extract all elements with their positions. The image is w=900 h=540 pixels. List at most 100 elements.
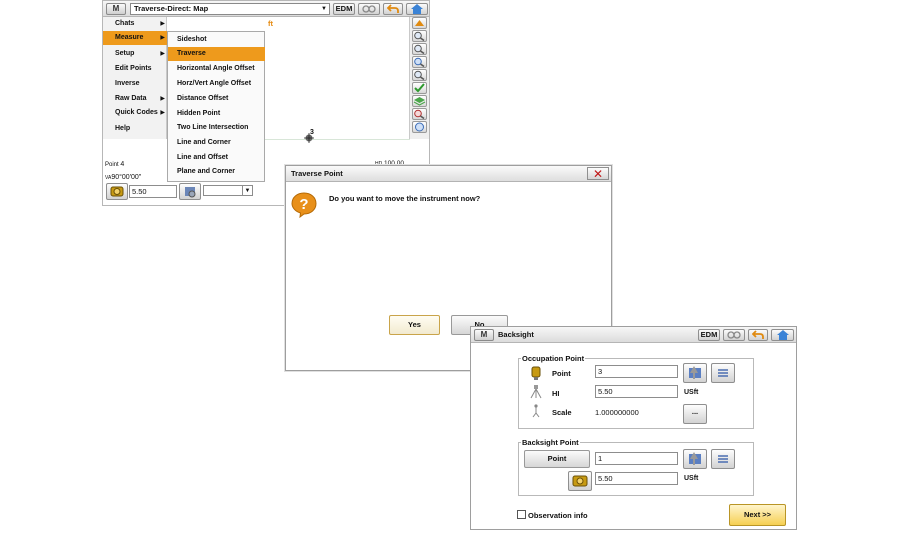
dialog-titlebar: Traverse Point ✕ bbox=[286, 166, 611, 182]
tools-icon bbox=[362, 5, 376, 13]
submenu-item-two-line-intersection[interactable]: Two Line Intersection bbox=[168, 121, 265, 135]
measure-submenu: Sideshot Traverse Horizontal Angle Offse… bbox=[167, 31, 265, 182]
menu-item-chats[interactable]: Chats ▶ bbox=[103, 17, 167, 31]
unit-label: ft bbox=[268, 19, 273, 28]
yes-button[interactable]: Yes bbox=[389, 315, 440, 335]
menu-item-quick-codes[interactable]: Quick Codes ▶ bbox=[103, 106, 167, 120]
chevron-down-icon: ▼ bbox=[242, 186, 252, 195]
submenu-item-sideshot[interactable]: Sideshot bbox=[168, 33, 265, 47]
instrument-icon bbox=[530, 366, 542, 382]
app-menu-button[interactable]: M bbox=[474, 329, 494, 341]
backsight-point-field[interactable]: 1 bbox=[595, 452, 678, 465]
map-titlebar: M Traverse-Direct: Map ▼ EDM bbox=[103, 1, 429, 17]
layers-button[interactable] bbox=[412, 95, 427, 107]
va-status: VA90°00'00" bbox=[105, 174, 141, 181]
undo-button[interactable] bbox=[748, 329, 768, 341]
submenu-item-line-and-corner[interactable]: Line and Corner bbox=[168, 136, 265, 150]
observation-info-checkbox[interactable] bbox=[517, 510, 526, 519]
menu-item-edit-points[interactable]: Edit Points bbox=[103, 62, 167, 76]
dialog-title: Traverse Point bbox=[291, 169, 343, 178]
pan-button[interactable] bbox=[412, 108, 427, 120]
home-button[interactable] bbox=[406, 3, 428, 15]
submenu-item-plane-and-corner[interactable]: Plane and Corner bbox=[168, 165, 265, 179]
backsight-group-label: Backsight Point bbox=[521, 438, 580, 447]
view-3d-button[interactable] bbox=[412, 121, 427, 133]
menu-item-label: Raw Data bbox=[115, 95, 147, 102]
screen-select[interactable]: Traverse-Direct: Map ▼ bbox=[130, 3, 330, 15]
submenu-item-hidden-point[interactable]: Hidden Point bbox=[168, 107, 265, 121]
zoom-in-icon bbox=[414, 31, 425, 42]
list-icon bbox=[718, 369, 728, 377]
list-button[interactable] bbox=[711, 363, 735, 383]
distance-field[interactable]: 5.50 bbox=[129, 185, 177, 198]
scale-label: Scale bbox=[552, 408, 572, 417]
prism-target-icon bbox=[110, 186, 124, 197]
menu-item-label: Setup bbox=[115, 50, 135, 57]
zoom-in-button[interactable] bbox=[412, 30, 427, 42]
submenu-item-line-and-offset[interactable]: Line and Offset bbox=[168, 151, 265, 165]
hi-field[interactable]: 5.50 bbox=[595, 385, 678, 398]
gear-icon bbox=[185, 187, 196, 198]
menu-item-setup[interactable]: Setup ▶ bbox=[103, 47, 167, 61]
close-icon: ✕ bbox=[592, 167, 604, 181]
edm-button[interactable]: EDM bbox=[698, 329, 720, 341]
dialog-message: Do you want to move the instrument now? bbox=[329, 194, 481, 203]
backsight-target-button[interactable] bbox=[568, 471, 592, 491]
accept-button[interactable] bbox=[412, 82, 427, 94]
screen-select-value: Traverse-Direct: Map bbox=[134, 4, 209, 13]
point-status-value: 4 bbox=[120, 161, 125, 168]
backsight-map-pick-button[interactable] bbox=[683, 449, 707, 469]
prism-target-icon bbox=[572, 475, 588, 487]
map-pick-icon bbox=[689, 366, 701, 379]
zoom-out-icon bbox=[414, 44, 425, 55]
submenu-item-traverse[interactable]: Traverse bbox=[168, 47, 265, 61]
submenu-item-horz-vert-angle-offset[interactable]: Horz/Vert Angle Offset bbox=[168, 77, 265, 91]
zoom-out-button[interactable] bbox=[412, 43, 427, 55]
home-button[interactable] bbox=[771, 329, 794, 341]
question-icon: ? bbox=[291, 192, 317, 220]
home-icon bbox=[411, 4, 423, 14]
app-menu-button[interactable]: M bbox=[106, 3, 126, 15]
target-button[interactable] bbox=[106, 183, 128, 200]
undo-button[interactable] bbox=[383, 3, 403, 15]
menu-item-label: Inverse bbox=[115, 80, 140, 87]
map-pick-button[interactable] bbox=[683, 363, 707, 383]
submenu-arrow-icon: ▶ bbox=[160, 110, 165, 116]
next-button[interactable]: Next >> bbox=[729, 504, 786, 526]
backsight-height-field[interactable]: 5.50 bbox=[595, 472, 678, 485]
svg-text:?: ? bbox=[299, 196, 308, 213]
zoom-window-button[interactable] bbox=[412, 56, 427, 68]
menu-item-measure[interactable]: Measure ▶ bbox=[103, 31, 167, 45]
tools-button[interactable] bbox=[723, 329, 745, 341]
zoom-window-icon bbox=[414, 57, 425, 68]
submenu-arrow-icon: ▶ bbox=[160, 96, 165, 102]
menu-item-raw-data[interactable]: Raw Data ▶ bbox=[103, 92, 167, 106]
tools-button[interactable] bbox=[358, 3, 380, 15]
backsight-window: M Backsight EDM Occupation Point Point 3… bbox=[470, 326, 797, 530]
submenu-item-distance-offset[interactable]: Distance Offset bbox=[168, 92, 265, 106]
arrow-up-icon bbox=[415, 20, 424, 26]
home-icon bbox=[776, 330, 789, 340]
submenu-item-horizontal-angle-offset[interactable]: Horizontal Angle Offset bbox=[168, 62, 265, 76]
backsight-point-button[interactable]: Point bbox=[524, 450, 590, 468]
close-button[interactable]: ✕ bbox=[587, 167, 609, 180]
mode-select[interactable]: ▼ bbox=[203, 185, 253, 196]
window-title: Backsight bbox=[498, 330, 534, 339]
pan-icon bbox=[414, 109, 425, 120]
scale-more-button[interactable]: ... bbox=[683, 404, 707, 424]
scale-value: 1.000000000 bbox=[595, 408, 639, 417]
edm-button[interactable]: EDM bbox=[333, 3, 355, 15]
main-menu: Chats ▶ Measure ▶ Setup ▶ Edit Points Inver… bbox=[103, 17, 167, 139]
undo-arrow-icon bbox=[386, 4, 399, 13]
menu-item-label: Quick Codes bbox=[115, 109, 158, 116]
menu-item-help[interactable]: Help bbox=[103, 122, 167, 136]
settings-button[interactable] bbox=[179, 183, 201, 200]
menu-item-label: Help bbox=[115, 125, 131, 132]
zoom-extents-button[interactable] bbox=[412, 69, 427, 81]
backsight-list-button[interactable] bbox=[711, 449, 735, 469]
scroll-up-button[interactable] bbox=[412, 17, 427, 29]
menu-item-inverse[interactable]: Inverse bbox=[103, 77, 167, 91]
menu-item-label: Edit Points bbox=[115, 65, 152, 72]
menu-item-label: Measure bbox=[115, 34, 144, 41]
occupation-point-field[interactable]: 3 bbox=[595, 365, 678, 378]
